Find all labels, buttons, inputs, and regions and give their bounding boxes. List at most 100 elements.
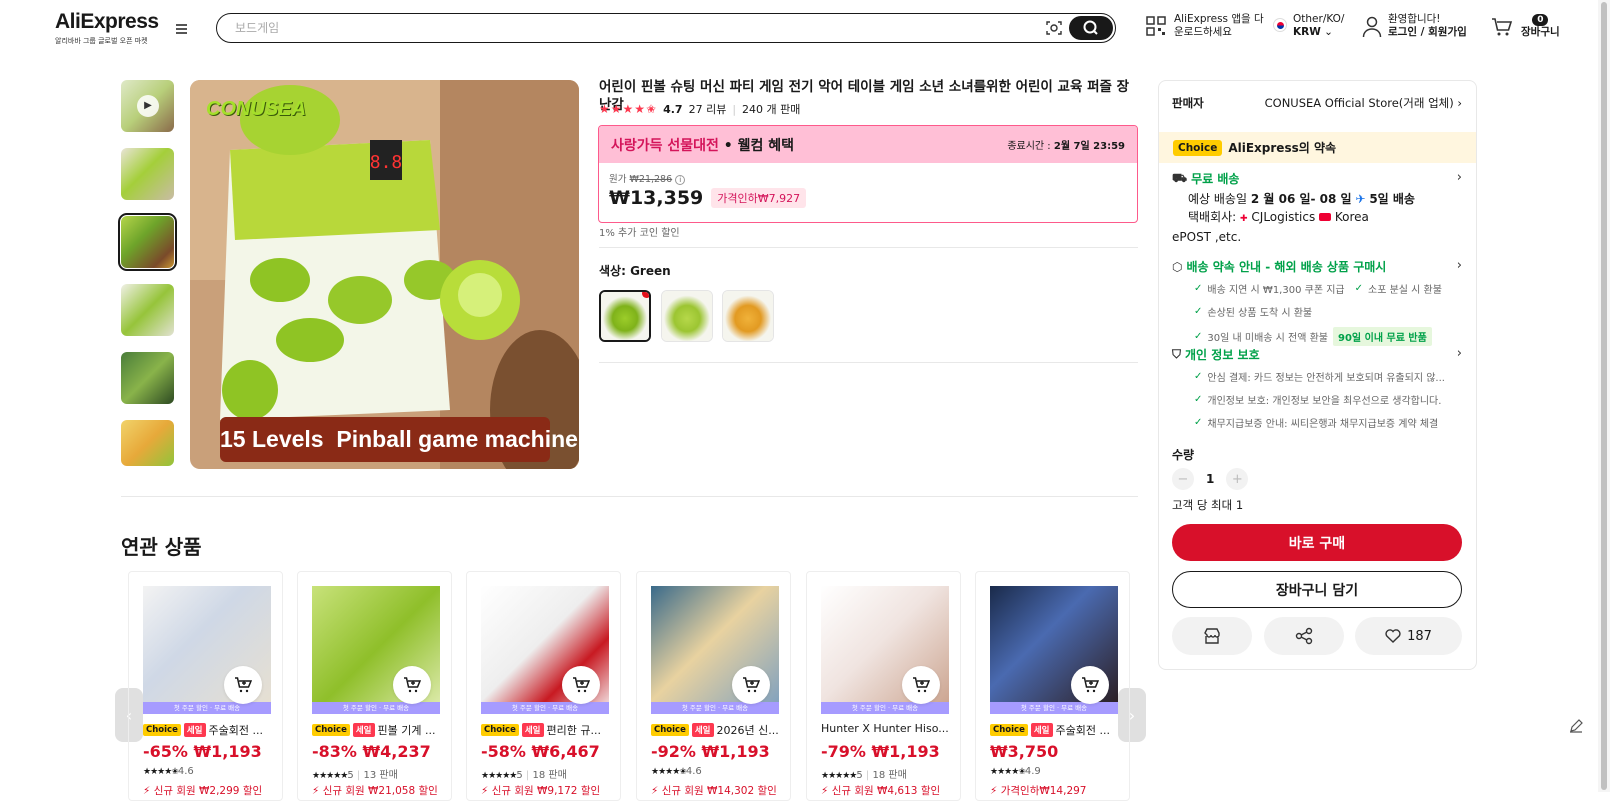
card-rating: ★★★★✬4.9 <box>990 766 1041 777</box>
shipping-section[interactable]: ⛟ 무료 배송 › 예상 배송일 2 월 06 일- 08 일 ✈ 5일 배송 택… <box>1172 170 1462 246</box>
add-cart-icon[interactable] <box>393 666 431 704</box>
thumbnail-image[interactable] <box>121 148 174 200</box>
quantity-decrease-button[interactable]: − <box>1172 468 1194 490</box>
add-to-cart-button[interactable]: 장바구니 담기 <box>1172 571 1462 608</box>
search-input[interactable] <box>235 19 1015 37</box>
related-product-card[interactable]: 첫 주문 할인 · 무료 배송 Choice 세일 주술회전 ... -65% ₩1,1… <box>128 571 283 801</box>
card-title[interactable]: 편리한 규... <box>547 722 601 738</box>
guarantee-text: 소포 분실 시 환불 <box>1368 285 1442 296</box>
shield-check-icon: ⛉ <box>1172 347 1182 361</box>
store-button[interactable] <box>1172 617 1252 655</box>
privacy-section[interactable]: ⛉ 개인 정보 보호 › ✓ 안심 결제: 카드 정보는 안전하게 보호되며 유출되… <box>1172 346 1462 430</box>
rating-row[interactable]: ★★★★✬ 4.7 27 리뷰 | 240 개 판매 <box>599 101 800 117</box>
login-signup-link[interactable]: 로그인 / 회원가입 <box>1388 26 1467 38</box>
free-return-badge: 90일 이내 무료 반품 <box>1333 327 1432 346</box>
thumbnail-image-selected[interactable] <box>118 213 177 271</box>
quantity-value[interactable]: 1 <box>1206 472 1214 486</box>
add-cart-icon[interactable] <box>1071 666 1109 704</box>
info-icon[interactable]: i <box>675 175 686 185</box>
shield-icon: ⬡ <box>1172 259 1183 274</box>
card-title[interactable]: 주술회전 ... <box>1056 722 1110 738</box>
card-title[interactable]: 2026년 신... <box>717 722 779 738</box>
review-count[interactable]: 27 리뷰 <box>689 101 727 117</box>
promo-title: 사랑가득 선물대전 • 웰컴 혜택 <box>611 135 794 155</box>
account-menu[interactable]: 환영합니다! 로그인 / 회원가입 <box>1362 13 1467 39</box>
thumbnail-video[interactable]: ▶ <box>121 80 174 132</box>
card-rating: ★★★★★5 | 18 판매 <box>821 766 907 781</box>
card-price: ₩6,467 <box>531 742 600 761</box>
currency-text: KRW <box>1293 26 1321 38</box>
card-sold: 18 판매 <box>532 770 567 781</box>
app-download-line2: 운로드하세요 <box>1174 26 1232 38</box>
check-icon: ✓ <box>1354 283 1363 294</box>
related-product-card[interactable]: 첫 주문 할인 · 무료 배송 Hunter X Hunter Hiso... -7… <box>806 571 961 801</box>
card-title-row: Choice 세일 2026년 신... <box>651 722 785 738</box>
related-products-title: 연관 상품 <box>121 535 202 559</box>
discount-badge: 가격인하₩7,927 <box>711 188 807 208</box>
card-ribbon: 첫 주문 할인 · 무료 배송 <box>651 702 779 714</box>
share-button[interactable] <box>1264 617 1344 655</box>
quantity-label: 수량 <box>1172 448 1195 462</box>
related-product-card[interactable]: 첫 주문 할인 · 무료 배송 Choice 세일 주술회전 ... ₩3,750 ★★★… <box>975 571 1130 801</box>
card-discount: -83% <box>312 742 357 761</box>
shipping-title: ⛟ 무료 배송 <box>1172 170 1462 187</box>
thumbnail-image[interactable] <box>121 420 174 466</box>
add-cart-icon[interactable] <box>732 666 770 704</box>
heart-icon <box>1385 629 1401 643</box>
color-value: Green <box>630 264 671 278</box>
seller-row[interactable]: 판매자 CONUSEA Official Store(거래 업체) › <box>1172 95 1462 111</box>
card-price-row: -65% ₩1,193 <box>143 742 262 761</box>
related-product-card[interactable]: 첫 주문 할인 · 무료 배송 Choice 세일 핀볼 기계 ... -83% ₩4,… <box>297 571 452 801</box>
divider <box>599 362 1138 363</box>
scrollbar-thumb[interactable] <box>1601 2 1607 790</box>
edit-icon[interactable] <box>1568 718 1584 737</box>
region-selector[interactable]: Other/KO/ KRW ⌄ <box>1273 13 1344 39</box>
thumbnail-image[interactable] <box>121 284 174 336</box>
privacy-item: ✓ 안심 결제: 카드 정보는 안전하게 보호되며 유출되지 않... <box>1194 369 1462 384</box>
card-title[interactable]: Hunter X Hunter Hiso... <box>821 722 949 735</box>
hamburger-menu-icon[interactable] <box>176 22 192 36</box>
fire-icon: ⚡ <box>312 785 320 797</box>
sale-badge: 세일 <box>1030 723 1053 737</box>
card-promo: ⚡ 신규 회원 ₩2,299 할인 <box>143 783 277 798</box>
seller-name[interactable]: CONUSEA Official Store(거래 업체) <box>1265 96 1454 110</box>
scrollbar[interactable] <box>1598 0 1610 792</box>
color-option-3[interactable] <box>722 290 774 342</box>
color-option-2[interactable] <box>661 290 713 342</box>
cart-label: 장바구니 <box>1521 26 1560 38</box>
wishlist-button[interactable]: 187 <box>1355 617 1462 655</box>
guarantee-text: 배송 지연 시 ₩1,300 쿠폰 지급 <box>1207 285 1345 296</box>
cart-link[interactable]: 0 장바구니 <box>1491 13 1560 39</box>
aliexpress-logo[interactable]: AliExpress 알리바바 그룹 글로벌 오픈 마켓 <box>55 10 159 46</box>
card-title[interactable]: 핀볼 기계 ... <box>378 722 436 738</box>
rating-stars-icon: ★★★★✬ <box>651 767 687 777</box>
choice-badge: Choice <box>651 724 689 736</box>
truck-icon: ⛟ <box>1172 170 1188 185</box>
card-promo: ⚡ 신규 회원 ₩4,613 할인 <box>821 783 955 798</box>
main-product-image[interactable]: 8.8 CONUSEA 15 Levels Pinball game machi… <box>190 80 579 469</box>
card-promo: ⚡ 신규 회원 ₩14,302 할인 <box>651 783 785 798</box>
color-option-green[interactable] <box>599 290 651 342</box>
search-icon <box>1083 20 1098 35</box>
quantity-increase-button[interactable]: + <box>1226 468 1249 490</box>
related-product-card[interactable]: 첫 주문 할인 · 무료 배송 Choice 세일 2026년 신... -92% ₩1… <box>636 571 791 801</box>
thumbnail-image[interactable] <box>121 352 174 404</box>
app-download[interactable]: AliExpress 앱을 다 운로드하세요 <box>1146 13 1264 39</box>
buy-now-button[interactable]: 바로 구매 <box>1172 524 1462 561</box>
card-rating: ★★★★★5 | 18 판매 <box>481 766 567 781</box>
add-cart-icon[interactable] <box>902 666 940 704</box>
image-caption: 15 Levels Pinball game machine <box>220 426 578 452</box>
guarantee-section[interactable]: ⬡ 배송 약속 안내 - 해외 배송 상품 구매시 › ✓ 배송 지연 시 ₩1,3… <box>1172 258 1462 346</box>
card-title-row: Choice 세일 편리한 규... <box>481 722 615 738</box>
add-cart-icon[interactable] <box>562 666 600 704</box>
choice-promise-bar: Choice AliExpress의 약속 <box>1159 132 1476 163</box>
add-cart-icon[interactable] <box>224 666 262 704</box>
check-icon: ✓ <box>1194 306 1203 317</box>
search-button[interactable] <box>1069 16 1113 40</box>
image-search-icon[interactable] <box>1045 19 1063 37</box>
carrier-2: Korea <box>1334 210 1369 224</box>
sold-count: 240 개 판매 <box>742 103 801 116</box>
card-title[interactable]: 주술회전 ... <box>209 722 263 738</box>
related-product-card[interactable]: 첫 주문 할인 · 무료 배송 Choice 세일 편리한 규... -58% ₩6,4… <box>466 571 621 801</box>
guarantee-item: ✓ 30일 내 미배송 시 전액 환불 90일 이내 무료 반품 <box>1194 327 1462 346</box>
